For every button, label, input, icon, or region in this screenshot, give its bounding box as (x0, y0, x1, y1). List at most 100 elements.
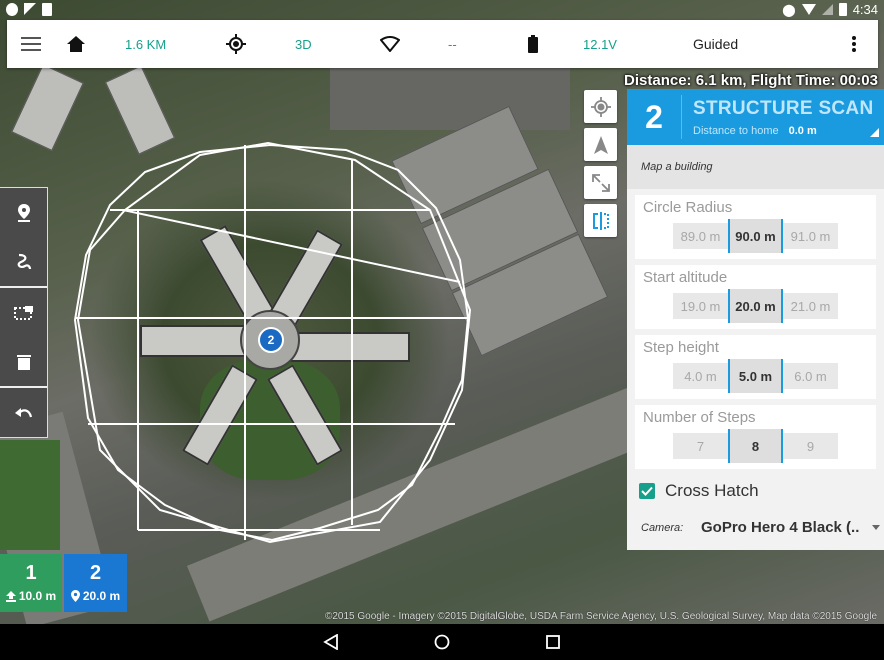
location-pin-icon (70, 590, 80, 602)
checkbox-checked-icon[interactable] (639, 483, 655, 499)
circle-radius-picker[interactable]: 89.0 m 90.0 m 91.0 m (673, 219, 838, 253)
hamburger-menu-icon (21, 37, 41, 51)
param-label: Start altitude (643, 269, 728, 286)
dropdown-arrow-icon[interactable] (872, 525, 880, 530)
gps-button[interactable] (226, 20, 246, 68)
grid-line (122, 209, 461, 283)
mission-item-header[interactable]: 2 STRUCTURE SCAN Distance to home 0.0 m (627, 89, 884, 145)
undo-tool[interactable] (0, 388, 47, 437)
dropdown-corner-icon[interactable] (870, 128, 879, 137)
waypoint-marker-label: 2 (267, 333, 275, 347)
editor-toolbar (0, 187, 48, 438)
camera-value[interactable]: GoPro Hero 4 Black (.. (701, 519, 859, 536)
clipboard-check-icon (42, 3, 52, 16)
cross-hatch-label: Cross Hatch (665, 481, 759, 500)
mission-card-1[interactable]: 1 10.0 m (0, 554, 62, 612)
map-attribution: ©2015 Google - Imagery ©2015 DigitalGlob… (325, 611, 878, 622)
location-icon: ⬤ (782, 2, 796, 17)
mission-card-altitude: 20.0 m (64, 589, 127, 603)
takeoff-icon (5, 590, 16, 602)
header-divider (681, 95, 682, 139)
mission-item-type[interactable]: STRUCTURE SCAN (693, 98, 873, 120)
nav-back-button[interactable] (321, 632, 341, 652)
picker-option-selected[interactable]: 90.0 m (728, 219, 783, 253)
circle-icon (6, 3, 18, 16)
battery-button[interactable] (528, 20, 538, 68)
my-location-button[interactable] (584, 90, 617, 123)
selection-icon (13, 305, 33, 320)
param-start-altitude: Start altitude 19.0 m 20.0 m 21.0 m (635, 265, 876, 329)
trash-icon (16, 354, 31, 370)
distance-value: 0.0 m (788, 125, 817, 137)
clock: 4:34 (852, 2, 878, 17)
picker-option[interactable]: 6.0 m (783, 363, 838, 389)
picker-option-selected[interactable]: 20.0 m (728, 289, 783, 323)
expand-icon (591, 173, 610, 192)
distance-label: Distance to home (693, 125, 779, 137)
tool-group-draw (0, 188, 47, 288)
home-circle-icon (434, 634, 450, 650)
signal-value: -- (448, 36, 457, 52)
picker-option[interactable]: 21.0 m (783, 293, 838, 319)
more-vert-icon (852, 36, 856, 52)
waypoint-marker[interactable]: 2 (258, 327, 284, 353)
picker-option[interactable]: 7 (673, 433, 728, 459)
param-number-of-steps: Number of Steps 7 8 9 (635, 405, 876, 469)
spline-icon (17, 253, 31, 269)
param-circle-radius: Circle Radius 89.0 m 90.0 m 91.0 m (635, 195, 876, 259)
split-view-button[interactable] (584, 204, 617, 237)
picker-option[interactable]: 19.0 m (673, 293, 728, 319)
param-label: Circle Radius (643, 199, 733, 216)
step-height-picker[interactable]: 4.0 m 5.0 m 6.0 m (673, 359, 838, 393)
spline-tool[interactable] (0, 237, 47, 286)
tool-group-edit (0, 288, 47, 388)
no-signal-icon (821, 4, 833, 15)
menu-button[interactable] (21, 20, 41, 68)
param-label: Number of Steps (643, 409, 756, 426)
flight-mode-selector[interactable]: Guided (693, 20, 738, 68)
signal-button[interactable] (380, 20, 400, 68)
flight-info-text: Distance: 6.1 km, Flight Time: 00:03 (624, 72, 878, 89)
picker-option[interactable]: 4.0 m (673, 363, 728, 389)
nav-home-button[interactable] (432, 632, 452, 652)
back-icon (323, 634, 338, 650)
distance-to-home: Distance to home 0.0 m (693, 125, 817, 137)
picker-option[interactable]: 9 (783, 433, 838, 459)
navigation-arrow-icon (593, 135, 608, 154)
drone-location-button[interactable] (584, 128, 617, 161)
undo-icon (14, 407, 32, 417)
home-button[interactable] (67, 20, 85, 68)
camera-selector[interactable]: Camera: GoPro Hero 4 Black (.. (641, 519, 884, 536)
start-altitude-picker[interactable]: 19.0 m 20.0 m 21.0 m (673, 289, 838, 323)
gps-crosshair-icon (226, 34, 246, 54)
picker-option[interactable]: 89.0 m (673, 223, 728, 249)
mission-item-description: Map a building (627, 145, 884, 189)
mission-card-number: 2 (89, 562, 102, 584)
cross-hatch-checkbox[interactable]: Cross Hatch (639, 481, 759, 501)
mission-card-2[interactable]: 2 20.0 m (64, 554, 127, 612)
picker-option[interactable]: 91.0 m (783, 223, 838, 249)
delete-tool[interactable] (0, 337, 47, 386)
mission-item-panel: 2 STRUCTURE SCAN Distance to home 0.0 m M… (627, 89, 884, 550)
battery-icon (528, 35, 538, 53)
waypoint-tool[interactable] (0, 188, 47, 237)
tool-group-history (0, 388, 47, 437)
nav-recents-button[interactable] (543, 632, 563, 652)
overflow-menu-button[interactable] (852, 20, 856, 68)
picker-option-selected[interactable]: 8 (728, 429, 783, 463)
marker-icon (17, 203, 30, 222)
altitude-value: 20.0 m (82, 589, 121, 603)
picker-option-selected[interactable]: 5.0 m (728, 359, 783, 393)
recents-icon (546, 635, 560, 649)
select-tool[interactable] (0, 288, 47, 337)
home-icon (67, 36, 85, 52)
mission-card-number: 1 (25, 562, 37, 584)
my-location-icon (590, 96, 611, 117)
battery-voltage: 12.1V (583, 36, 617, 52)
wifi-icon (801, 4, 816, 15)
altitude-value: 10.0 m (18, 589, 57, 603)
android-nav-bar (0, 624, 884, 660)
zoom-to-fit-button[interactable] (584, 166, 617, 199)
mission-item-number: 2 (645, 98, 663, 135)
number-of-steps-picker[interactable]: 7 8 9 (673, 429, 838, 463)
